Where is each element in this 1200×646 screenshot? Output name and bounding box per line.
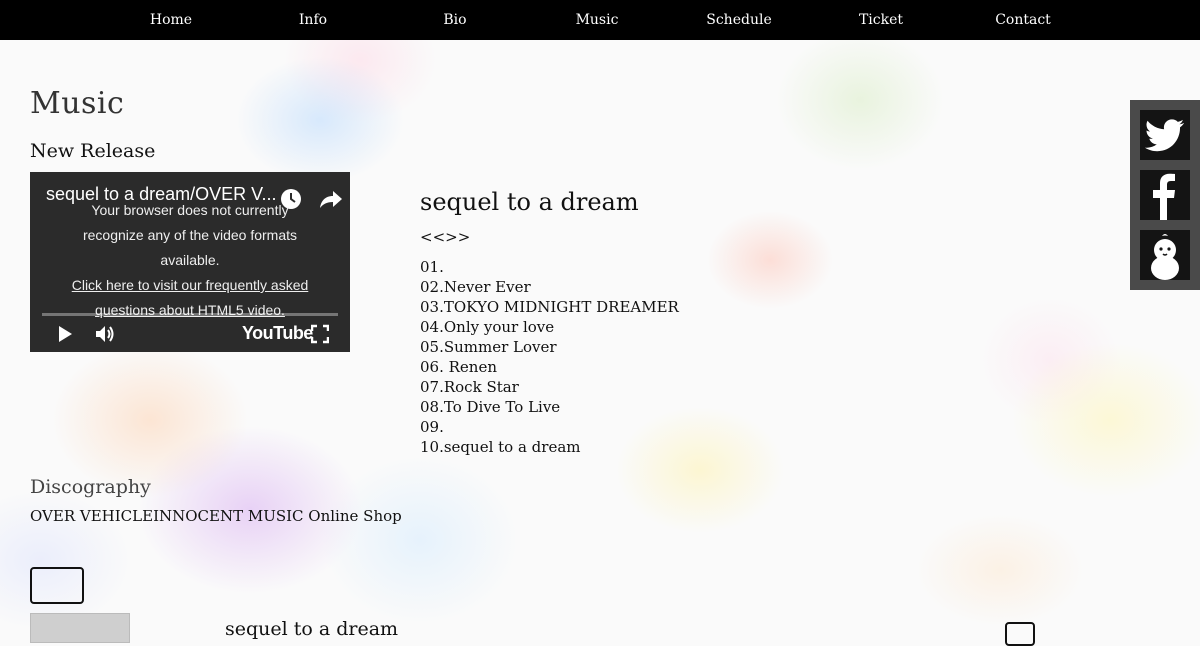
filter-button[interactable] [30,567,84,604]
album-title: sequel to a dream [420,188,639,216]
blog-button[interactable] [1140,230,1190,280]
play-icon[interactable] [56,324,74,344]
nav-info[interactable]: Info [242,0,384,40]
video-error-line: Your browser does not currently [91,202,289,218]
video-error-line: available. [160,252,220,268]
track-item: 09. [420,418,444,436]
track-item: 07.Rock Star [420,378,519,396]
album-subtitle: <<>> [420,228,471,246]
twitter-button[interactable] [1140,110,1190,160]
track-item: 04.Only your love [420,318,555,336]
track-list: 01. 02.Never Ever 03.TOKYO MIDNIGHT DREA… [420,257,679,457]
social-sidebar [1130,100,1200,290]
nav-schedule[interactable]: Schedule [668,0,810,40]
track-item: 02.Never Ever [420,278,531,296]
track-item: 10.sequel to a dream [420,438,581,456]
nav-contact[interactable]: Contact [952,0,1094,40]
page-title: Music [30,86,125,121]
item-button[interactable] [1005,622,1035,646]
track-item: 06. Renen [420,358,497,376]
video-progress-bar[interactable] [42,313,338,316]
album-cover-thumbnail[interactable] [30,613,130,643]
track-item: 01. [420,258,444,276]
new-release-heading: New Release [30,140,156,162]
nav-music[interactable]: Music [526,0,668,40]
over-vehicle-link[interactable]: OVER VEHICLE [30,507,153,525]
facebook-button[interactable] [1140,170,1190,220]
discography-links: OVER VEHICLEINNOCENT MUSIC Online Shop [30,507,402,525]
facebook-icon [1153,173,1175,220]
share-icon[interactable] [319,188,343,210]
nav-home[interactable]: Home [100,0,242,40]
track-item: 05.Summer Lover [420,338,557,356]
youtube-logo[interactable]: YouTube [242,323,313,344]
html5-faq-link[interactable]: Click here to visit our frequently asked [60,277,320,293]
track-item: 03.TOKYO MIDNIGHT DREAMER [420,298,679,316]
main-content: Music New Release sequel to a dream/OVER… [0,0,1200,646]
track-item: 08.To Dive To Live [420,398,561,416]
video-player[interactable]: sequel to a dream/OVER V... Your browser… [30,172,350,352]
twitter-icon [1144,119,1184,152]
top-nav: Home Info Bio Music Schedule Ticket Cont… [0,0,1200,40]
fullscreen-icon[interactable] [311,324,329,344]
nav-bio[interactable]: Bio [384,0,526,40]
volume-icon[interactable] [94,324,116,344]
nav-ticket[interactable]: Ticket [810,0,952,40]
discography-heading: Discography [30,476,151,498]
video-error-line: recognize any of the video formats [82,227,297,243]
discography-item-title[interactable]: sequel to a dream [225,618,398,640]
innocent-music-shop-link[interactable]: INNOCENT MUSIC Online Shop [153,507,402,525]
blog-mascot-icon [1151,234,1179,280]
